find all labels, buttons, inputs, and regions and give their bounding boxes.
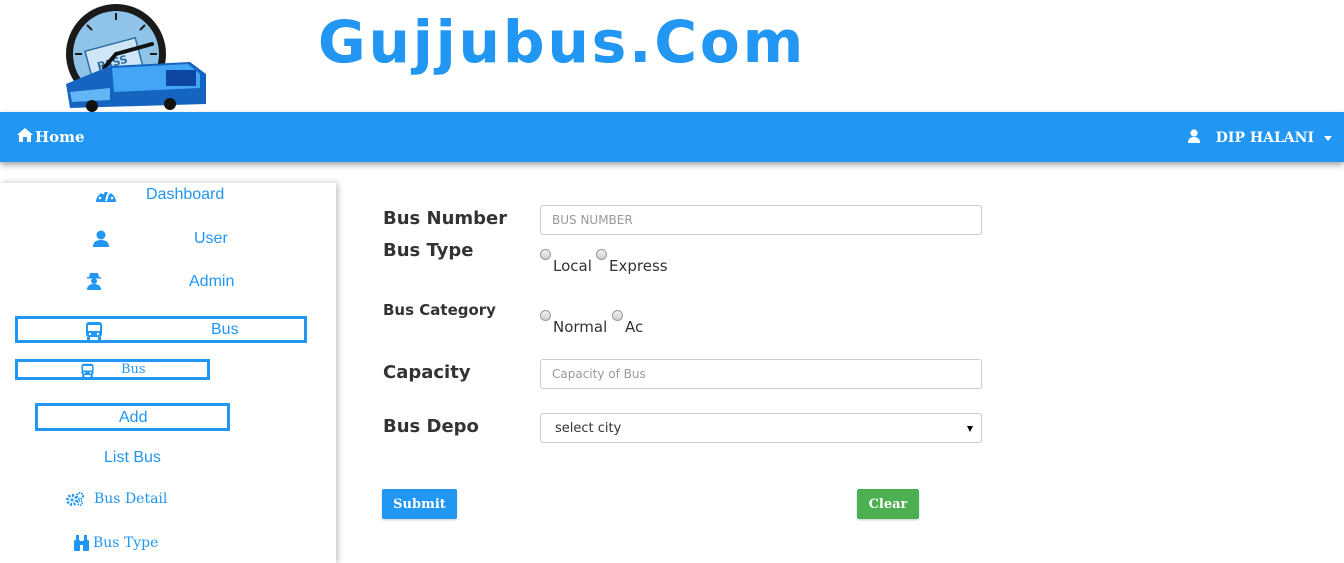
bus-depo-selected: select city: [555, 420, 622, 436]
dashboard-icon: [95, 187, 117, 208]
bus-type-label: Bus Type: [383, 240, 474, 261]
bus-type-local-radio[interactable]: [540, 249, 551, 260]
bus-type-local-label: Local: [553, 257, 592, 275]
bus-number-input[interactable]: [540, 205, 982, 235]
user-name: DIP HALANI: [1215, 130, 1314, 146]
chevron-down-icon: [967, 426, 973, 432]
sidebar-item-label: List Bus: [104, 449, 161, 466]
navbar: Home DIP HALANI: [0, 112, 1344, 162]
brand-title: Gujjubus.Com: [318, 8, 807, 76]
sidebar-item-label: Bus: [211, 321, 239, 338]
sidebar-item-admin[interactable]: Admin: [86, 272, 246, 294]
sidebar: Dashboard User Admin Bus Bus Add List Bu…: [0, 183, 336, 563]
sidebar-item-label: Bus Type: [93, 535, 159, 551]
sidebar-item-label: Admin: [189, 273, 235, 290]
capacity-label: Capacity: [383, 362, 471, 383]
user-icon: [1187, 129, 1200, 147]
sidebar-item-bus-detail[interactable]: Bus Detail: [66, 490, 206, 512]
bus-depo-label: Bus Depo: [383, 416, 479, 437]
clear-button[interactable]: Clear: [857, 489, 919, 519]
sidebar-subitem-bus[interactable]: Bus: [15, 359, 210, 380]
header: PASS Gujjubus.Com: [0, 0, 1344, 112]
bus-category-ac-label: Ac: [625, 318, 644, 336]
bus-category-label: Bus Category: [383, 301, 496, 319]
bus-depo-select[interactable]: select city: [540, 413, 982, 443]
bus-icon: [84, 321, 104, 346]
bus-category-ac-radio[interactable]: [612, 310, 623, 321]
bus-category-normal-radio[interactable]: [540, 310, 551, 321]
submit-button[interactable]: Submit: [382, 489, 457, 519]
sidebar-item-label: Bus Detail: [94, 491, 168, 507]
sidebar-item-label: Add: [119, 409, 148, 426]
cogs-icon: [66, 492, 84, 510]
sidebar-item-label: User: [194, 230, 228, 247]
sidebar-item-label: Bus: [121, 362, 146, 377]
chevron-down-icon: [1324, 135, 1332, 141]
sidebar-item-user[interactable]: User: [93, 229, 243, 251]
nav-home-label: Home: [35, 128, 85, 146]
sidebar-subitem-list-bus[interactable]: List Bus: [104, 449, 204, 471]
bus-type-express-radio[interactable]: [596, 249, 607, 260]
sidebar-item-bus[interactable]: Bus: [15, 316, 307, 343]
bus-icon: [80, 363, 95, 383]
sidebar-item-label: Dashboard: [146, 186, 225, 203]
sidebar-subitem-add[interactable]: Add: [35, 403, 230, 431]
user-icon: [93, 230, 109, 252]
sidebar-item-dashboard[interactable]: Dashboard: [95, 185, 245, 207]
logo[interactable]: PASS: [40, 4, 212, 112]
bus-number-label: Bus Number: [383, 208, 508, 229]
admin-icon: [86, 272, 102, 295]
user-menu-dropdown[interactable]: DIP HALANI: [1187, 129, 1332, 147]
binoculars-icon: [73, 535, 90, 555]
bus-type-express-label: Express: [609, 257, 668, 275]
bus-category-normal-label: Normal: [553, 318, 608, 336]
nav-home-link[interactable]: Home: [17, 128, 85, 146]
capacity-input[interactable]: [540, 359, 982, 389]
home-icon: [17, 128, 33, 146]
